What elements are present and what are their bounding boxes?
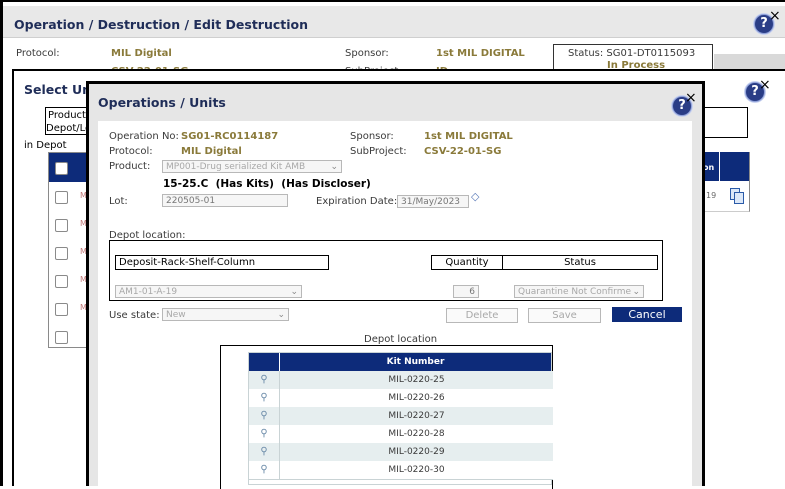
kit-row[interactable]: ⚲ MIL-0220-25 xyxy=(249,371,553,390)
kit-row[interactable]: ⚲ MIL-0220-26 xyxy=(249,389,553,408)
kit-number: MIL-0220-30 xyxy=(388,465,445,475)
quantity-field[interactable]: 6 xyxy=(453,285,479,298)
save-button[interactable]: Save xyxy=(528,308,601,323)
chevron-down-icon: ⌄ xyxy=(330,162,338,172)
close-icon[interactable]: × xyxy=(759,78,771,92)
row-checkbox[interactable] xyxy=(55,219,68,232)
kit-number-header: Kit Number xyxy=(386,357,445,367)
modal-title: Operations / Units xyxy=(98,95,226,110)
chevron-down-icon: ⌄ xyxy=(290,287,298,297)
modal-content: Operation No: SG01-RC0114187 Protocol: M… xyxy=(98,121,692,489)
has-kits: (Has Kits) xyxy=(215,178,274,190)
row-checkbox[interactable] xyxy=(55,247,68,260)
quantity-col-header: Quantity xyxy=(431,255,503,270)
search-icon[interactable]: ⚲ xyxy=(249,371,280,389)
left-edge xyxy=(0,2,3,486)
sponsor-label: Sponsor: xyxy=(350,131,394,142)
kits-table: Kit Number ⚲ MIL-0220-25 ⚲ MIL-0220-26 ⚲ MIL-… xyxy=(248,352,553,485)
chevron-down-icon: ⌄ xyxy=(277,310,285,320)
protocol-value: MIL Digital xyxy=(181,146,242,157)
has-discloser: (Has Discloser) xyxy=(281,178,371,190)
expiration-field[interactable]: 31/May/2023 xyxy=(397,195,469,208)
delete-button[interactable]: Delete xyxy=(446,308,518,323)
top-rule xyxy=(0,0,785,2)
search-icon[interactable]: ⚲ xyxy=(249,407,280,425)
page-title: Operation / Destruction / Edit Destructi… xyxy=(14,17,309,32)
sponsor-value: 1st MIL DIGITAL xyxy=(424,131,513,142)
use-state-select[interactable]: New ⌄ xyxy=(162,308,289,321)
in-depot-label: in Depot xyxy=(24,140,67,151)
use-state-label: Use state: xyxy=(109,310,160,321)
expiration-label: Expiration Date: xyxy=(316,196,398,207)
kit-row[interactable]: ⚲ MIL-0220-28 xyxy=(249,425,553,444)
gray-strip xyxy=(714,54,785,69)
units-table: M M M M M xyxy=(48,152,91,348)
row-checkbox[interactable] xyxy=(55,331,68,344)
kit-row[interactable]: ⚲ MIL-0220-29 xyxy=(249,443,553,462)
sponsor-value: 1st MIL DIGITAL xyxy=(436,48,525,59)
product-label: Product: xyxy=(109,161,151,172)
protocol-label: Protocol: xyxy=(16,48,60,59)
kits-panel: Kit Number ⚲ MIL-0220-25 ⚲ MIL-0220-26 ⚲ MIL-… xyxy=(220,345,553,489)
status-label: Status: xyxy=(568,48,604,59)
close-icon[interactable]: × xyxy=(769,9,781,23)
product-filter-label: Product: xyxy=(48,110,90,121)
search-icon[interactable]: ⚲ xyxy=(249,389,280,407)
chevron-down-icon: ⌄ xyxy=(631,286,640,297)
temperature: 15-25.C xyxy=(163,178,209,190)
subproject-value: CSV-22-01-SG xyxy=(424,146,502,157)
kit-row[interactable]: ⚲ MIL-0220-30 xyxy=(249,461,553,480)
kits-panel-title: Depot location xyxy=(364,334,438,345)
status-select[interactable]: Quarantine Not Confirmed ⌄ xyxy=(514,285,644,298)
kit-number: MIL-0220-29 xyxy=(388,447,445,457)
row-checkbox[interactable] xyxy=(55,275,68,288)
location-col-header: Deposit-Rack-Shelf-Column xyxy=(115,255,329,270)
status-col-header: Status xyxy=(502,255,658,270)
search-icon[interactable]: ⚲ xyxy=(249,443,280,461)
kit-number: MIL-0220-28 xyxy=(388,429,445,439)
kit-row[interactable]: ⚲ MIL-0220-27 xyxy=(249,407,553,426)
kits-header: Kit Number xyxy=(249,353,551,371)
calendar-icon[interactable]: ◇ xyxy=(471,191,481,202)
kit-number: MIL-0220-26 xyxy=(388,393,445,403)
protocol-value: MIL Digital xyxy=(111,48,172,59)
sponsor-label: Sponsor: xyxy=(345,48,389,59)
subproject-label: SubProject: xyxy=(350,146,407,157)
protocol-label: Protocol: xyxy=(109,146,153,157)
location-select[interactable]: AM1-01-A-19 ⌄ xyxy=(115,285,302,298)
lot-field[interactable]: 220505-01 xyxy=(162,194,288,207)
kit-number: MIL-0220-25 xyxy=(388,375,445,385)
operation-no-label: Operation No: xyxy=(109,131,179,142)
search-icon[interactable]: ⚲ xyxy=(249,461,280,479)
kit-number: MIL-0220-27 xyxy=(388,411,445,421)
row-checkbox[interactable] xyxy=(55,191,68,204)
kit-attributes: 15-25.C (Has Kits) (Has Discloser) xyxy=(163,178,371,190)
status-box: Status: SG01-DT0115093 In Process xyxy=(553,44,713,72)
filter-box-right xyxy=(703,107,748,138)
status-value: SG01-DT0115093 xyxy=(606,48,696,59)
row-checkbox[interactable] xyxy=(55,303,68,316)
operation-no-value: SG01-RC0114187 xyxy=(181,131,279,142)
lot-label: Lot: xyxy=(109,196,128,207)
select-all-checkbox[interactable] xyxy=(55,162,68,175)
depot-location-box: Deposit-Rack-Shelf-Column Quantity Statu… xyxy=(109,240,663,301)
close-icon[interactable]: × xyxy=(685,91,697,105)
product-select[interactable]: MP001-Drug serialized Kit AMB ⌄ xyxy=(162,160,342,173)
cancel-button[interactable]: Cancel xyxy=(612,307,682,322)
units-modal: Operations / Units ? × Operation No: SG0… xyxy=(86,81,705,489)
search-icon[interactable]: ⚲ xyxy=(249,425,280,443)
